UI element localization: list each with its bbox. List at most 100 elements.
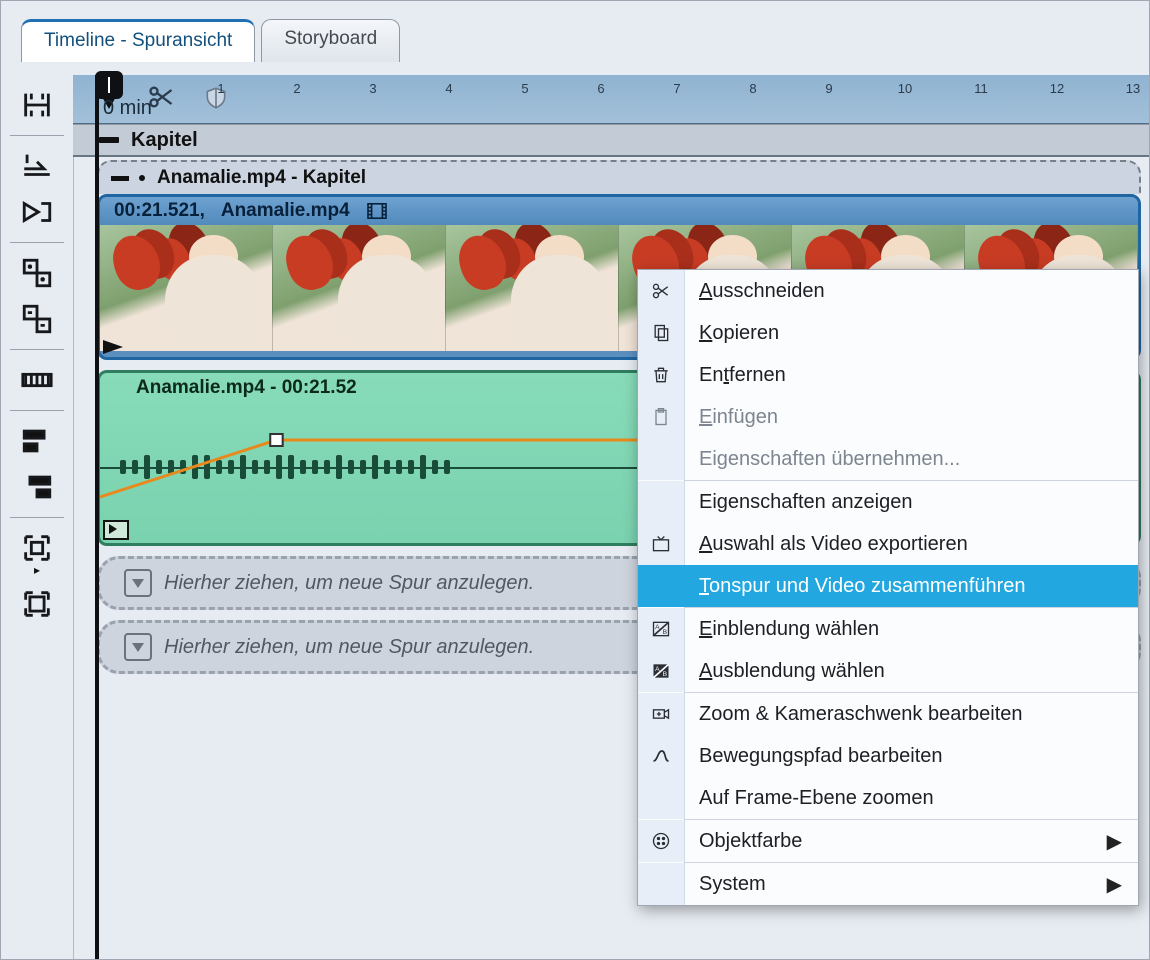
toolbar-separator: [10, 242, 64, 243]
menu-label: Zoom & Kameraschwenk bearbeiten: [685, 703, 1023, 726]
fade-in-handle-icon[interactable]: [103, 520, 129, 540]
menu-label: Tonspur und Video zusammenführen: [685, 575, 1026, 598]
palette-icon: [651, 831, 671, 851]
fade-out-icon: AB: [651, 661, 671, 681]
trash-icon: [651, 365, 671, 385]
tool-align-right-icon[interactable]: [17, 467, 57, 507]
tool-split-icon[interactable]: [17, 85, 57, 125]
video-clip-header: 00:21.521, Anamalie.mp4: [100, 197, 1138, 225]
video-timecode: 00:21.521,: [114, 200, 205, 222]
tick: 1: [183, 81, 259, 96]
tick: 12: [1019, 81, 1095, 96]
tool-trim-play-icon[interactable]: [17, 192, 57, 232]
menu-copy[interactable]: Kopieren: [638, 312, 1138, 354]
tick: 13: [1095, 81, 1150, 96]
tick: 10: [867, 81, 943, 96]
tick: 5: [487, 81, 563, 96]
time-ruler[interactable]: 0 min 1 2 3 4 5 6 7 8 9 10 11 12 13 14: [73, 75, 1149, 124]
menu-label: Kopieren: [685, 322, 779, 345]
timeline-tabs: Timeline - Spuransicht Storyboard: [21, 19, 400, 62]
tick: 6: [563, 81, 639, 96]
tool-crop-fit-icon[interactable]: ▸: [17, 528, 57, 578]
tab-timeline[interactable]: Timeline - Spuransicht: [21, 19, 255, 62]
paste-icon: [651, 407, 671, 427]
playhead[interactable]: [95, 71, 123, 99]
chapter-clip[interactable]: Anamalie.mp4 - Kapitel: [97, 160, 1141, 194]
playhead-line[interactable]: [95, 75, 99, 959]
left-toolbar: ▸: [1, 75, 74, 959]
collapse-icon[interactable]: [111, 176, 129, 181]
tool-add-track-icon[interactable]: [17, 253, 57, 293]
tool-align-left-icon[interactable]: [17, 421, 57, 461]
toolbar-separator: [10, 410, 64, 411]
tick: 8: [715, 81, 791, 96]
drop-hint: Hierher ziehen, um neue Spur anzulegen.: [164, 636, 534, 659]
menu-label: Auswahl als Video exportieren: [685, 533, 968, 556]
tv-icon: [651, 534, 671, 554]
menu-label: Einblendung wählen: [685, 618, 879, 641]
video-filename: Anamalie.mp4: [221, 200, 350, 222]
chapter-clip-label: Anamalie.mp4 - Kapitel: [157, 167, 366, 189]
path-icon: [651, 746, 671, 766]
menu-label: Auf Frame-Ebene zoomen: [685, 787, 934, 810]
drop-arrow-icon: [124, 633, 152, 661]
fade-in-icon: AB: [651, 619, 671, 639]
menu-system[interactable]: System ▶: [638, 863, 1138, 905]
tick: 2: [259, 81, 335, 96]
svg-text:B: B: [663, 671, 668, 678]
ruler-zero-label: 0 min: [103, 97, 152, 120]
ruler-ticks: 1 2 3 4 5 6 7 8 9 10 11 12 13 14: [183, 81, 1149, 96]
tool-filmstrip-icon[interactable]: [17, 360, 57, 400]
collapse-icon[interactable]: [99, 137, 119, 143]
menu-cut[interactable]: Ausschneiden: [638, 270, 1138, 312]
drop-hint: Hierher ziehen, um neue Spur anzulegen.: [164, 572, 534, 595]
menu-label: System: [685, 873, 766, 896]
drop-arrow-icon: [124, 569, 152, 597]
menu-label: Ausblendung wählen: [685, 660, 885, 683]
copy-icon: [651, 323, 671, 343]
tool-crop-free-icon[interactable]: [17, 584, 57, 624]
toolbar-separator: [10, 349, 64, 350]
toolbar-separator: [10, 517, 64, 518]
menu-label: Einfügen: [685, 406, 778, 429]
tick: 11: [943, 81, 1019, 96]
cut-icon: [651, 281, 671, 301]
menu-label: Entfernen: [685, 364, 786, 387]
menu-fade-out[interactable]: AB Ausblendung wählen: [638, 650, 1138, 692]
thumbnail: [273, 225, 446, 351]
menu-paste: Einfügen: [638, 396, 1138, 438]
thumbnail: [100, 225, 273, 351]
menu-merge-audio-video[interactable]: Tonspur und Video zusammenführen: [638, 565, 1138, 607]
menu-show-properties[interactable]: Eigenschaften anzeigen: [638, 481, 1138, 523]
marker-dot-icon: [139, 175, 145, 181]
svg-text:B: B: [663, 629, 668, 636]
menu-zoom-frame[interactable]: Auf Frame-Ebene zoomen: [638, 777, 1138, 819]
svg-text:A: A: [655, 666, 660, 673]
menu-label: Eigenschaften übernehmen...: [685, 448, 960, 471]
camera-pan-icon: [651, 704, 671, 724]
menu-zoom-pan[interactable]: Zoom & Kameraschwenk bearbeiten: [638, 693, 1138, 735]
menu-adopt-properties: Eigenschaften übernehmen...: [638, 438, 1138, 480]
menu-label: Objektfarbe: [685, 830, 802, 853]
chapter-track-header[interactable]: Kapitel: [73, 124, 1149, 157]
tick: 9: [791, 81, 867, 96]
toolbar-separator: [10, 135, 64, 136]
submenu-arrow-icon: ▶: [1107, 872, 1122, 897]
tab-storyboard[interactable]: Storyboard: [261, 19, 400, 62]
menu-export-video[interactable]: Auswahl als Video exportieren: [638, 523, 1138, 565]
menu-label: Eigenschaften anzeigen: [685, 491, 913, 514]
context-menu: Ausschneiden Kopieren Entfernen Einfügen…: [637, 269, 1139, 906]
menu-fade-in[interactable]: AB Einblendung wählen: [638, 608, 1138, 650]
menu-label: Ausschneiden: [685, 280, 825, 303]
menu-object-color[interactable]: Objektfarbe ▶: [638, 820, 1138, 862]
thumbnail: [446, 225, 619, 351]
tool-trim-start-icon[interactable]: [17, 146, 57, 186]
submenu-arrow-icon: ▶: [1107, 829, 1122, 854]
menu-remove[interactable]: Entfernen: [638, 354, 1138, 396]
tick: 7: [639, 81, 715, 96]
svg-text:A: A: [655, 624, 660, 631]
scissors-icon[interactable]: [147, 83, 175, 116]
tool-remove-track-icon[interactable]: [17, 299, 57, 339]
chapter-title: Kapitel: [131, 129, 198, 152]
menu-motion-path[interactable]: Bewegungspfad bearbeiten: [638, 735, 1138, 777]
